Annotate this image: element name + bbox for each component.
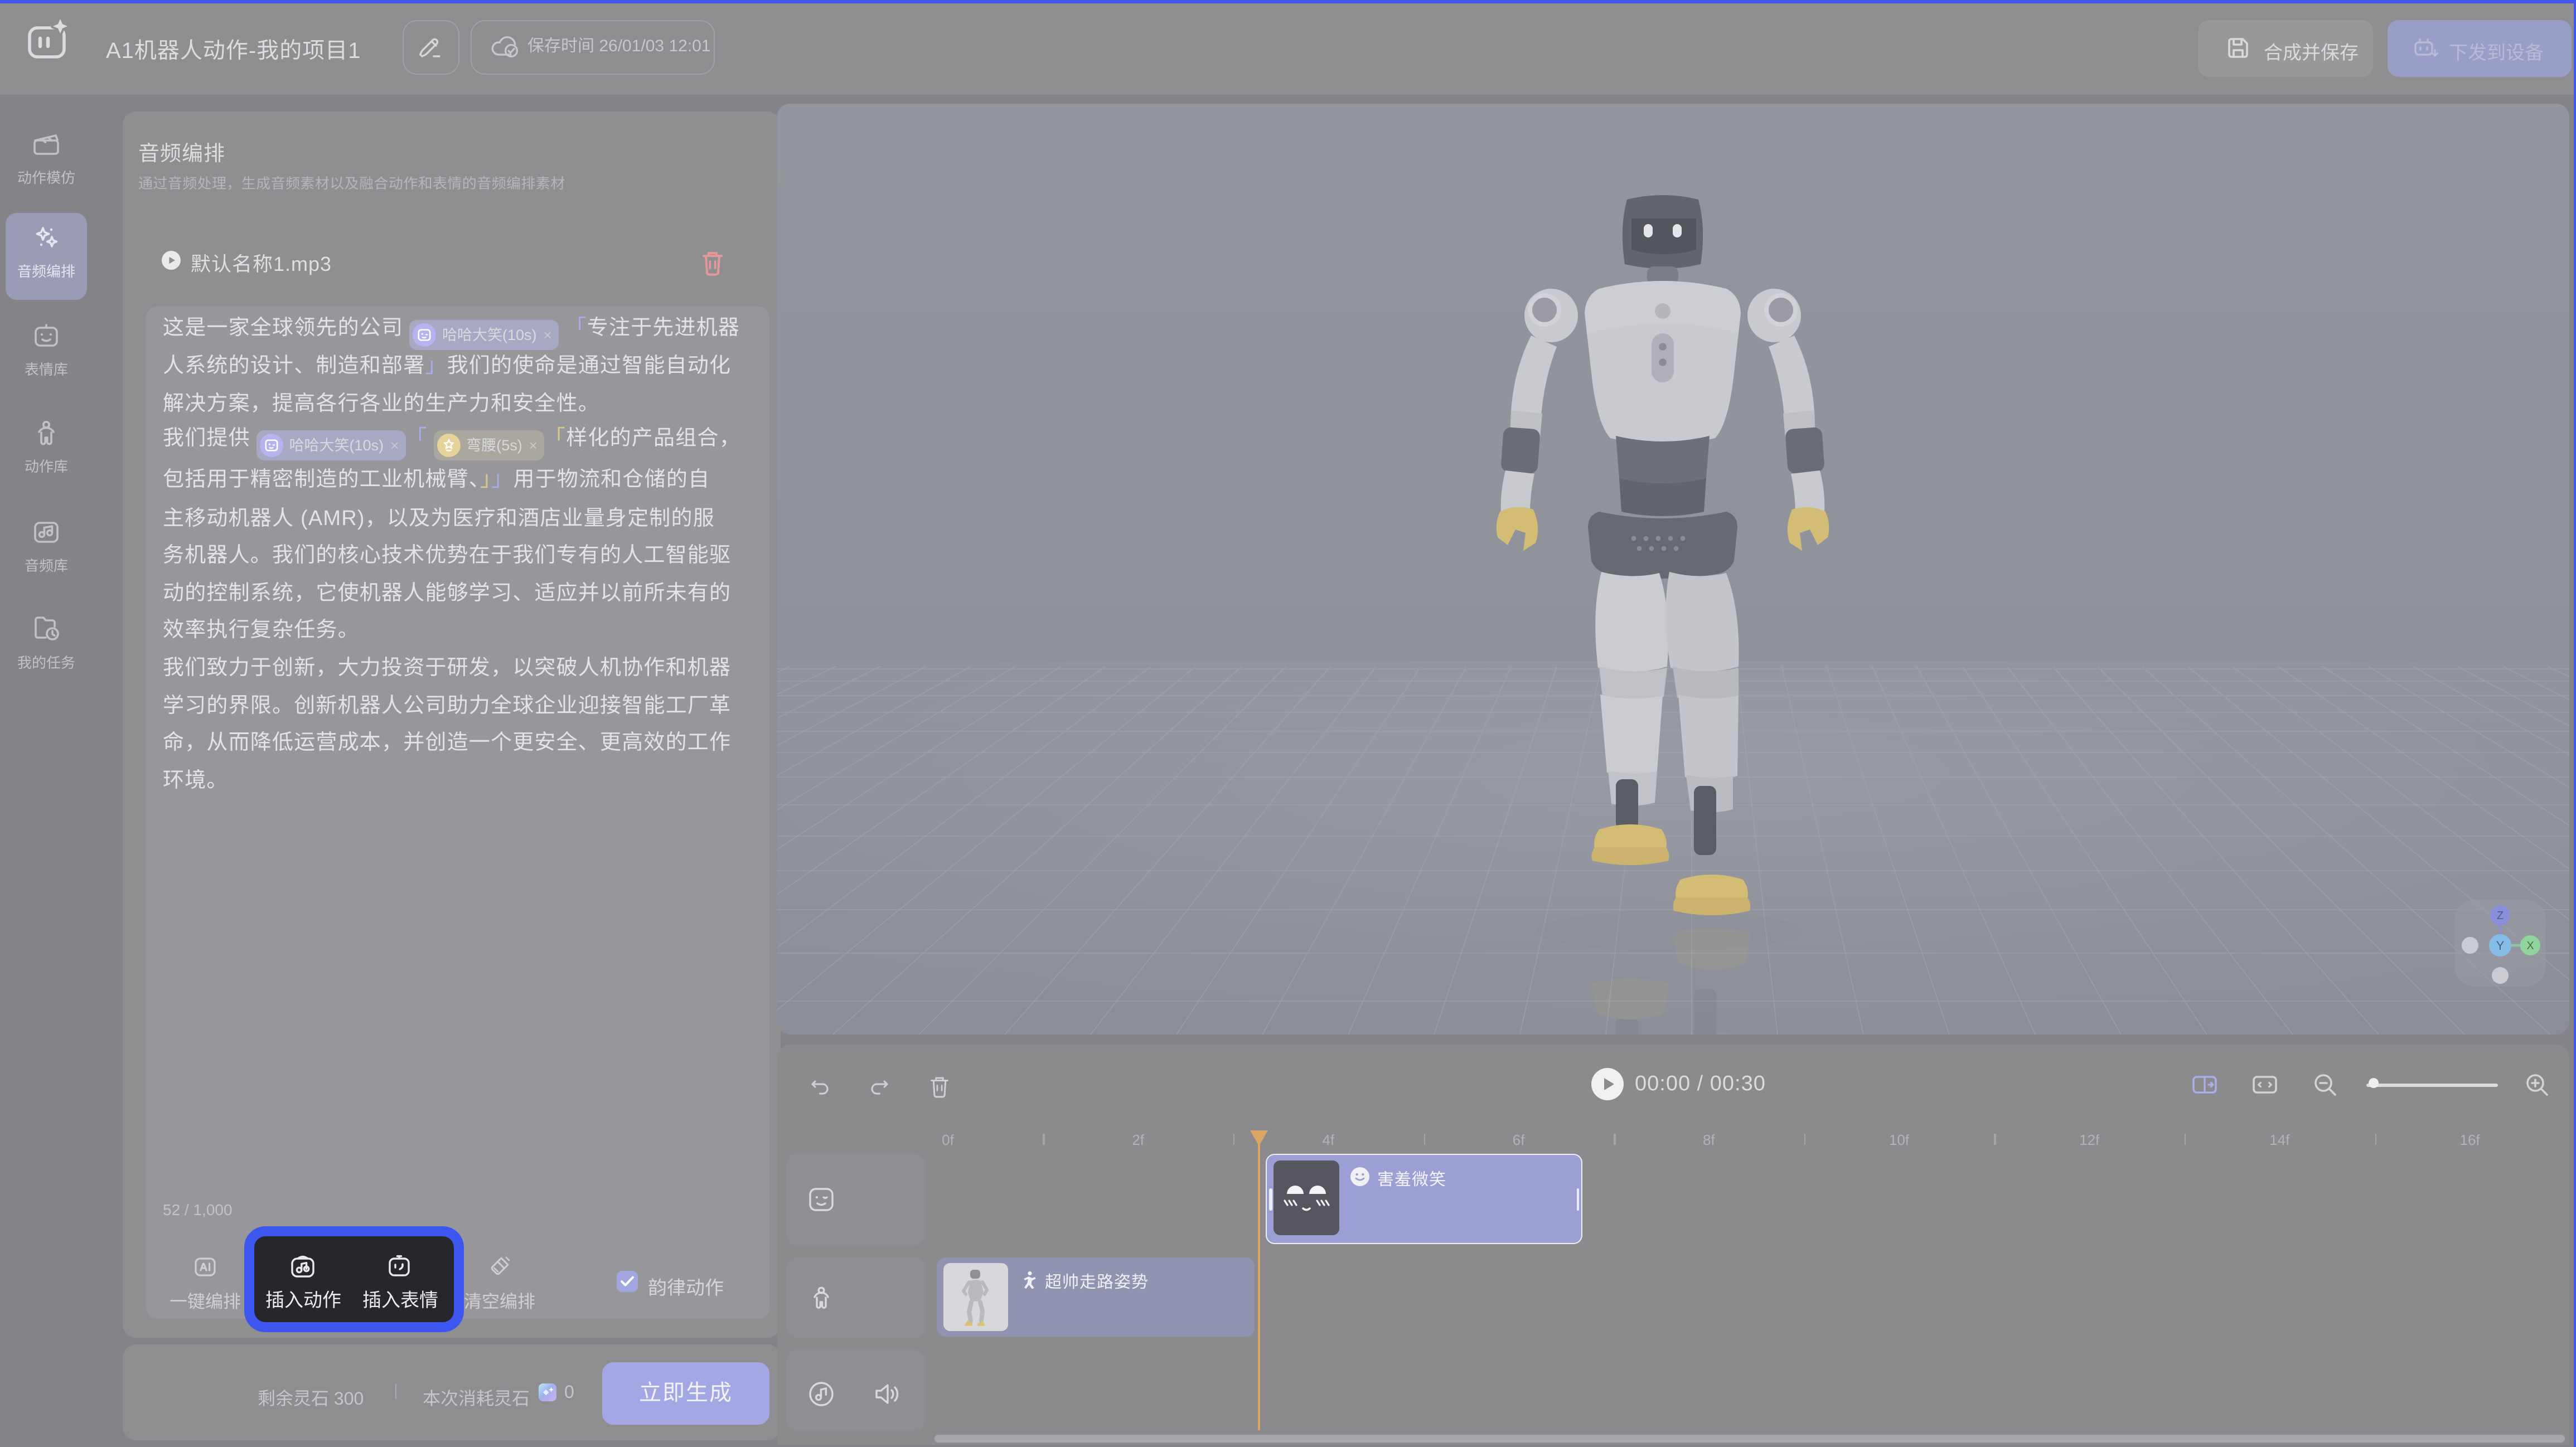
svg-text:Z: Z: [2497, 910, 2504, 922]
svg-text:Y: Y: [2496, 939, 2505, 953]
svg-text:X: X: [2526, 940, 2534, 952]
